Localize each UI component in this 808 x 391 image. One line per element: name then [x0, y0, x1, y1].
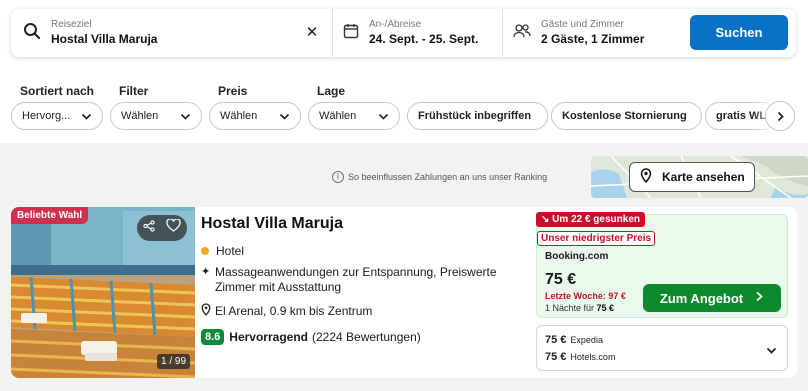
hotel-type: Hotel: [201, 244, 244, 258]
chip-free-cancellation[interactable]: Kostenlose Stornierung: [551, 102, 702, 130]
hotel-location: El Arenal, 0.9 km bis Zentrum: [201, 303, 372, 319]
rating[interactable]: 8.6 Hervorragend (2224 Bewertungen): [201, 329, 421, 345]
sort-group: Sortiert nach: [11, 84, 94, 102]
price-drop-text: Um 22 € gesunken: [552, 214, 640, 225]
ranking-note[interactable]: i So beeinflussen Zahlungen an uns unser…: [332, 171, 547, 183]
location-group: Lage: [308, 84, 345, 102]
photo-actions: [137, 215, 187, 241]
sparkle-icon: ✦: [201, 266, 211, 278]
offer-price: 75 €: [545, 351, 567, 363]
map-button-label: Karte ansehen: [662, 170, 745, 184]
dates-value: 24. Sept. - 25. Sept.: [369, 32, 479, 46]
results-area: i So beeinflussen Zahlungen an uns unser…: [0, 143, 808, 391]
filter-title: Filter: [119, 84, 149, 98]
chevron-down-icon: [81, 111, 92, 125]
price-title: Preis: [218, 84, 248, 98]
location-title: Lage: [317, 84, 346, 98]
review-count: (2224 Bewertungen): [312, 330, 421, 344]
offer-row: 75 € Expedia: [545, 334, 603, 346]
offer-provider: Hotels.com: [570, 352, 616, 362]
guests-label: Gäste und Zimmer: [541, 19, 624, 30]
destination-value[interactable]: Hostal Villa Maruja: [51, 31, 157, 47]
other-offers[interactable]: 75 € Expedia 75 € Hotels.com: [536, 325, 788, 371]
nights-price: 75 €: [596, 303, 615, 313]
info-icon: i: [332, 171, 344, 183]
filter-bar: Sortiert nach Hervorg... Filter Wählen P…: [11, 84, 808, 131]
guests-field[interactable]: Gäste und Zimmer 2 Gäste, 1 Zimmer: [503, 9, 681, 57]
last-week-price: Letzte Woche: 97 €: [545, 291, 626, 301]
price-group: Preis: [209, 84, 247, 102]
dates-label: An-/Abreise: [369, 19, 422, 30]
filter-select[interactable]: Wählen: [110, 102, 202, 130]
sort-select[interactable]: Hervorg...: [11, 102, 103, 130]
rating-score: 8.6: [201, 329, 225, 345]
destination-field[interactable]: Reiseziel Hostal Villa Maruja ✕: [11, 9, 333, 57]
location-select[interactable]: Wählen: [308, 102, 400, 130]
nights-prefix: 1 Nächte für: [545, 303, 595, 313]
deal-price: 75 €: [545, 271, 577, 288]
amenities: ✦ Massageanwendungen zur Entspannung, Pr…: [201, 265, 537, 295]
chevron-down-icon: [279, 111, 290, 125]
photo-counter: 1 / 99: [157, 354, 191, 369]
map-button[interactable]: Karte ansehen: [629, 162, 755, 192]
chip-breakfast[interactable]: Frühstück inbegriffen: [407, 102, 548, 130]
popular-badge: Beliebte Wahl: [11, 207, 89, 224]
sort-value: Hervorg...: [22, 110, 71, 122]
deal-provider: Booking.com: [545, 251, 609, 262]
search-bar: Reiseziel Hostal Villa Maruja ✕ An-/Abre…: [11, 9, 796, 57]
offer-row: 75 € Hotels.com: [545, 351, 615, 363]
view-deal-button[interactable]: Zum Angebot: [643, 284, 781, 312]
price-value: Wählen: [220, 110, 258, 122]
heart-icon[interactable]: [166, 218, 181, 237]
offer-provider: Expedia: [570, 335, 603, 345]
sort-title: Sortiert nach: [20, 84, 95, 98]
hotel-type-text: Hotel: [216, 244, 245, 258]
offer-price: 75 €: [545, 334, 567, 346]
clear-icon[interactable]: ✕: [304, 23, 320, 41]
location-text: El Arenal, 0.9 km bis Zentrum: [215, 304, 373, 318]
trend-down-icon: ↘: [541, 214, 550, 225]
dates-field[interactable]: An-/Abreise 24. Sept. - 25. Sept.: [333, 9, 503, 57]
location-value: Wählen: [319, 110, 357, 122]
filter-value: Wählen: [121, 110, 159, 122]
map-preview[interactable]: Karte ansehen: [591, 156, 808, 198]
hotel-card[interactable]: Beliebte Wahl 1 / 99 Hostal Villa Maruja…: [11, 207, 797, 378]
view-deal-label: Zum Angebot: [659, 290, 744, 306]
type-dot-icon: [201, 247, 209, 255]
share-icon[interactable]: [143, 219, 155, 237]
guests-value: 2 Gäste, 1 Zimmer: [541, 32, 645, 46]
nights-total: 1 Nächte für 75 €: [545, 303, 614, 313]
price-drop-tag: ↘ Um 22 € gesunken: [536, 212, 645, 227]
ranking-note-text: So beeinflussen Zahlungen an uns unser R…: [348, 172, 548, 182]
filter-group: Filter: [110, 84, 148, 102]
price-select[interactable]: Wählen: [209, 102, 301, 130]
calendar-icon: [343, 23, 359, 44]
destination-label: Reiseziel: [51, 19, 92, 30]
chevron-down-icon: [378, 111, 389, 125]
search-button[interactable]: Suchen: [690, 15, 788, 50]
guests-icon: [513, 23, 531, 44]
hotel-name[interactable]: Hostal Villa Maruja: [201, 215, 343, 233]
chevron-down-icon[interactable]: [766, 343, 777, 361]
hotel-photo[interactable]: Beliebte Wahl 1 / 99: [11, 207, 195, 378]
lowest-price-tag: Unser niedrigster Preis: [537, 231, 656, 246]
location-pin-icon: [201, 303, 215, 319]
chevron-right-icon: [755, 291, 764, 305]
amenities-text: Massageanwendungen zur Entspannung, Prei…: [215, 265, 497, 294]
map-pin-icon: [640, 168, 652, 186]
search-icon: [23, 22, 41, 45]
chevron-right-icon[interactable]: [765, 101, 795, 131]
best-deal-box[interactable]: ↘ Um 22 € gesunken Unser niedrigster Pre…: [536, 212, 788, 318]
rating-word: Hervorragend: [229, 330, 308, 344]
chevron-down-icon: [180, 111, 191, 125]
